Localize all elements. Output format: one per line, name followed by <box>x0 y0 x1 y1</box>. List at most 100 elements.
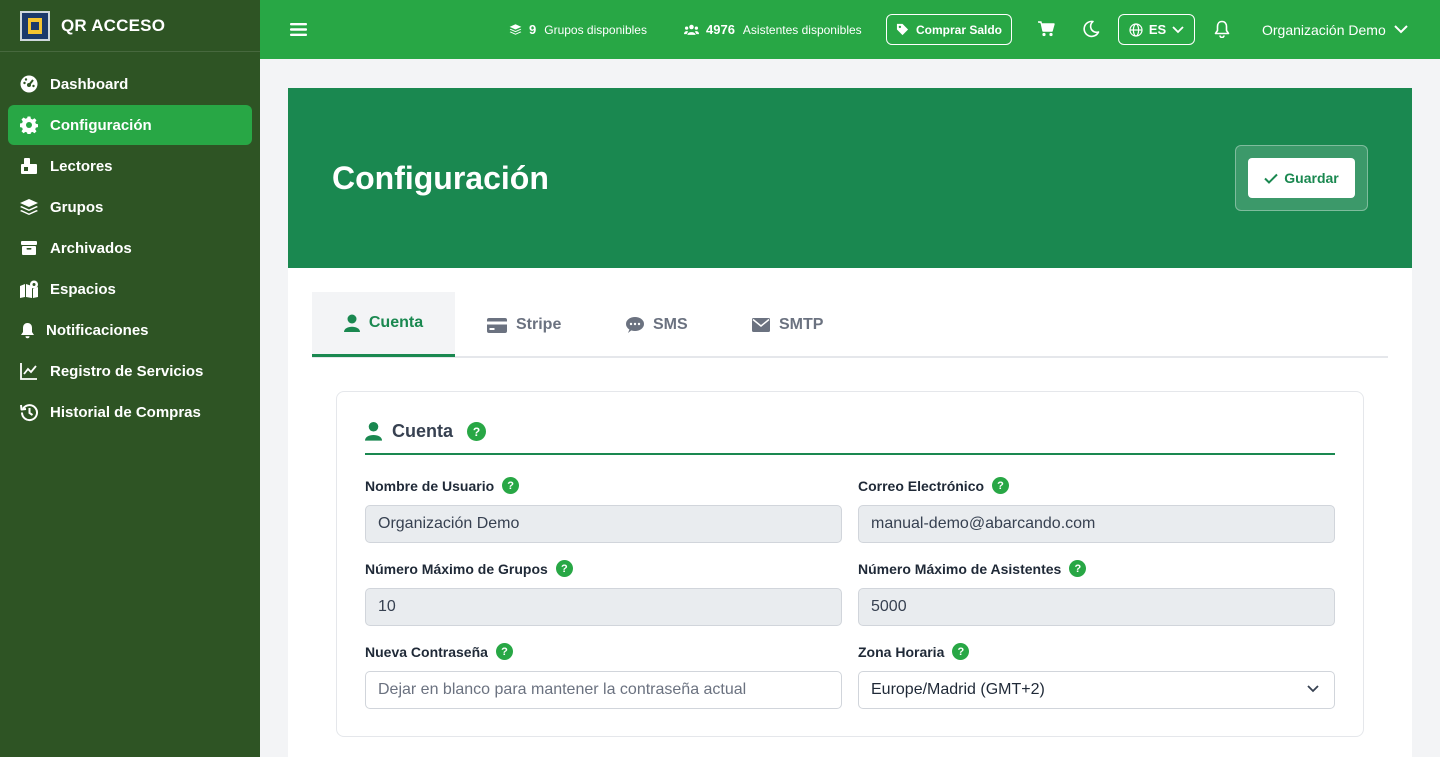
language-selector[interactable]: ES <box>1118 14 1195 45</box>
email-label-text: Correo Electrónico <box>858 477 985 494</box>
bell-icon <box>19 320 36 340</box>
users-icon <box>684 24 699 36</box>
sidebar-item-label: Historial de Compras <box>50 403 201 421</box>
map-location-icon <box>19 279 39 299</box>
organization-menu[interactable]: Organización Demo <box>1262 0 1408 59</box>
max-groups-input[interactable]: 10 <box>365 588 842 626</box>
chevron-down-icon <box>1386 25 1408 34</box>
account-panel-header: Cuenta ? <box>365 420 1335 455</box>
qr-logo-icon <box>20 10 50 41</box>
email-field-group: Correo Electrónico ? manual-demo@abarcan… <box>858 476 1335 543</box>
sidebar-nav: Dashboard Configuración Lectores Grupos … <box>0 52 260 432</box>
save-label: Guardar <box>1284 170 1339 186</box>
timezone-select[interactable]: Europe/Madrid (GMT+2) <box>858 671 1335 709</box>
history-icon <box>19 402 39 422</box>
new-password-input[interactable]: Dejar en blanco para mantener la contras… <box>365 671 842 709</box>
timezone-field-group: Zona Horaria ? Europe/Madrid (GMT+2) <box>858 642 1335 709</box>
new-password-label: Nueva Contraseña ? <box>365 642 842 661</box>
cart-icon[interactable] <box>1038 20 1056 38</box>
chevron-down-icon <box>1307 685 1319 693</box>
layers-icon <box>509 23 522 36</box>
max-attendees-field-group: Número Máximo de Asistentes ? 5000 <box>858 559 1335 626</box>
notifications-bell-icon[interactable] <box>1214 20 1232 38</box>
sidebar: QR ACCESO Dashboard Configuración Lector… <box>0 0 260 757</box>
sidebar-item-dashboard[interactable]: Dashboard <box>8 64 252 104</box>
max-groups-field-group: Número Máximo de Grupos ? 10 <box>365 559 842 626</box>
dark-mode-moon-icon[interactable] <box>1082 20 1100 38</box>
language-code: ES <box>1148 22 1167 37</box>
organization-name: Organización Demo <box>1262 21 1386 38</box>
envelope-icon <box>752 318 779 332</box>
buy-balance-button[interactable]: Comprar Saldo <box>886 14 1012 45</box>
credit-card-icon <box>487 317 516 333</box>
help-icon[interactable]: ? <box>555 560 573 577</box>
attendees-label: Asistentes disponibles <box>742 22 862 37</box>
timezone-label: Zona Horaria ? <box>858 642 1335 661</box>
sidebar-item-historial-compras[interactable]: Historial de Compras <box>8 392 252 432</box>
sidebar-item-grupos[interactable]: Grupos <box>8 187 252 227</box>
tab-label: SMS <box>653 316 688 333</box>
sidebar-item-lectores[interactable]: Lectores <box>8 146 252 186</box>
page-header: Configuración Guardar <box>288 88 1412 268</box>
tab-label: SMTP <box>779 316 824 333</box>
help-icon[interactable]: ? <box>495 643 513 660</box>
brand[interactable]: QR ACCESO <box>0 0 260 52</box>
sidebar-item-label: Notificaciones <box>46 321 149 339</box>
user-icon <box>343 314 369 332</box>
username-input[interactable]: Organización Demo <box>365 505 842 543</box>
tab-cuenta[interactable]: Cuenta <box>312 292 455 357</box>
timezone-value: Europe/Madrid (GMT+2) <box>871 681 1045 698</box>
help-icon[interactable]: ? <box>467 422 487 441</box>
sidebar-item-configuracion[interactable]: Configuración <box>8 105 252 145</box>
new-password-field-group: Nueva Contraseña ? Dejar en blanco para … <box>365 642 842 709</box>
sidebar-item-label: Configuración <box>50 116 152 134</box>
tab-smtp[interactable]: SMTP <box>752 292 823 358</box>
attendees-available-stat: 4976 Asistentes disponibles <box>684 0 862 59</box>
brand-name: QR ACCESO <box>61 15 166 35</box>
help-icon[interactable]: ? <box>1069 560 1087 577</box>
sidebar-item-registro-servicios[interactable]: Registro de Servicios <box>8 351 252 391</box>
tab-label: Cuenta <box>368 314 424 331</box>
reader-icon <box>19 156 39 176</box>
max-groups-label: Número Máximo de Grupos ? <box>365 559 842 578</box>
sidebar-item-archivados[interactable]: Archivados <box>8 228 252 268</box>
timezone-label-text: Zona Horaria <box>858 643 945 660</box>
archive-icon <box>19 238 39 258</box>
user-icon <box>365 421 382 441</box>
username-label-text: Nombre de Usuario <box>365 477 495 494</box>
sms-icon <box>626 317 653 333</box>
save-button[interactable]: Guardar <box>1248 158 1355 198</box>
help-icon[interactable]: ? <box>952 643 970 660</box>
help-icon[interactable]: ? <box>992 477 1010 494</box>
settings-card: Configuración Guardar Cuenta Stripe SMS … <box>288 88 1412 757</box>
email-input[interactable]: manual-demo@abarcando.com <box>858 505 1335 543</box>
tab-sms[interactable]: SMS <box>626 292 688 358</box>
tag-icon <box>896 23 916 36</box>
max-attendees-input[interactable]: 5000 <box>858 588 1335 626</box>
email-label: Correo Electrónico ? <box>858 476 1335 495</box>
hamburger-menu-icon[interactable] <box>289 20 308 39</box>
tab-label: Stripe <box>516 316 562 333</box>
sidebar-item-notificaciones[interactable]: Notificaciones <box>8 310 252 350</box>
groups-count: 9 <box>529 22 537 37</box>
sidebar-item-espacios[interactable]: Espacios <box>8 269 252 309</box>
account-panel: Cuenta ? Nombre de Usuario ? Organizació… <box>336 391 1364 737</box>
check-icon <box>1264 173 1284 184</box>
save-button-wrapper: Guardar <box>1235 145 1368 211</box>
sidebar-item-label: Archivados <box>50 239 132 257</box>
buy-balance-label: Comprar Saldo <box>915 22 1002 37</box>
chart-line-icon <box>19 361 39 381</box>
tab-stripe[interactable]: Stripe <box>487 292 561 358</box>
page-title: Configuración <box>332 160 549 196</box>
sidebar-item-label: Dashboard <box>50 75 129 93</box>
gear-icon <box>19 115 39 135</box>
max-attendees-label-text: Número Máximo de Asistentes <box>858 560 1062 577</box>
sidebar-item-label: Grupos <box>50 198 104 216</box>
help-icon[interactable]: ? <box>502 477 520 494</box>
username-field-group: Nombre de Usuario ? Organización Demo <box>365 476 842 543</box>
account-section-title: Cuenta <box>392 421 454 441</box>
sidebar-item-label: Lectores <box>50 157 113 175</box>
groups-label: Grupos disponibles <box>544 22 647 37</box>
max-groups-label-text: Número Máximo de Grupos <box>365 560 548 577</box>
chevron-down-icon <box>1172 25 1184 34</box>
